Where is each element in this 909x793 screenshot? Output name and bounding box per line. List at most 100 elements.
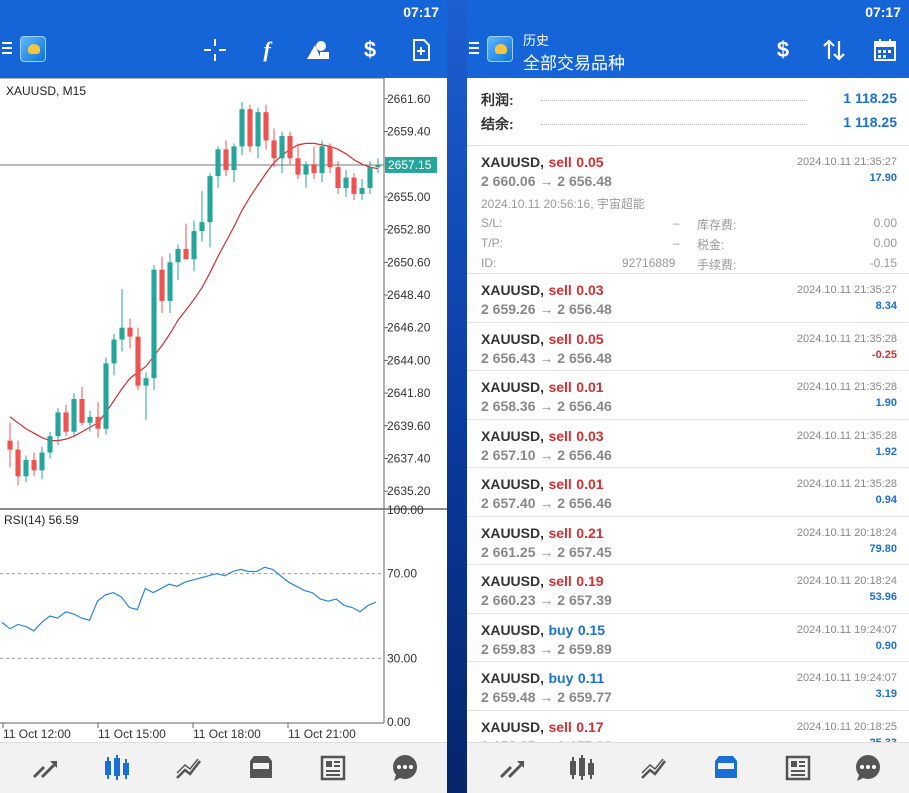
- candle-body: [359, 187, 365, 194]
- deal-volume: 0.21: [576, 524, 604, 541]
- price-chart[interactable]: 2661.60 2659.40 2657.15 2655.00 2652.80 2650.…: [0, 78, 447, 742]
- quotes-nav-icon[interactable]: [497, 753, 527, 783]
- indicators-icon[interactable]: f: [254, 37, 280, 63]
- calendar-icon[interactable]: [872, 37, 898, 63]
- history-toolbar: 历史 全部交易品种 $: [467, 24, 909, 78]
- candle-body: [95, 416, 101, 429]
- candle-body: [263, 112, 269, 141]
- deal-symbol: XAUUSD,: [481, 670, 545, 686]
- deal-time: 2024.10.11 20:18:25: [796, 720, 897, 733]
- deal-side: sell: [548, 476, 572, 492]
- candle-body: [295, 158, 301, 175]
- menu-icon[interactable]: [469, 42, 479, 56]
- trade-nav-icon[interactable]: [174, 753, 204, 783]
- deal-symbol: XAUUSD,: [481, 718, 545, 735]
- deal-open-info: 2024.10.11 20:56:16, 宇宙超能: [481, 197, 645, 211]
- sl-label: S/L:: [481, 216, 503, 230]
- history-summary: 利润: 1 118.25 结余: 1 118.25: [467, 78, 909, 146]
- deal-volume: 0.11: [577, 670, 605, 686]
- deal-time: 2024.10.11 20:18:24: [796, 575, 897, 587]
- menu-icon[interactable]: [2, 42, 12, 56]
- candle-body: [39, 452, 45, 471]
- deal-profit: 0.94: [875, 494, 897, 506]
- deal-row[interactable]: XAUUSD, buy 0.15 2 659.83 → 2 659.89 2024.…: [467, 614, 909, 662]
- deal-row[interactable]: XAUUSD, sell 0.05 2 656.43 → 2 656.48 2024…: [467, 323, 909, 371]
- candle-body: [87, 416, 93, 423]
- new-order-icon[interactable]: [408, 37, 434, 63]
- profit-value: 1 118.25: [843, 90, 897, 106]
- time-tick-label: 11 Oct 12:00: [3, 727, 71, 741]
- candle-body: [31, 459, 37, 471]
- status-bar: 07:17: [0, 0, 447, 24]
- deal-time: 2024.10.11 21:35:28: [796, 478, 897, 490]
- deal-time: 2024.10.11 19:24:07: [796, 623, 897, 636]
- deal-symbol: XAUUSD,: [481, 524, 545, 541]
- deal-symbol: XAUUSD,: [481, 154, 545, 170]
- bottom-navigation: [0, 742, 447, 793]
- crosshair-icon[interactable]: [202, 37, 228, 63]
- deals-list[interactable]: XAUUSD, sell 0.05 2 660.06 → 2 656.48 2024…: [467, 146, 909, 742]
- tax-value: 0.00: [873, 236, 897, 250]
- trade-icon[interactable]: $: [357, 37, 383, 63]
- chart-canvas[interactable]: 2661.60 2659.40 2657.15 2655.00 2652.80 2650.…: [0, 78, 447, 742]
- deal-volume: 0.17: [576, 718, 604, 735]
- deal-side: sell: [548, 718, 572, 735]
- rsi-tick-label: 30.00: [387, 651, 417, 665]
- id-value: 92716889: [622, 256, 676, 270]
- deal-row[interactable]: XAUUSD, sell 0.19 2 660.23 → 2 657.39 2024…: [467, 565, 909, 614]
- candle-body: [351, 177, 357, 194]
- chat-nav-icon[interactable]: [390, 753, 420, 783]
- deal-symbol: XAUUSD,: [481, 330, 545, 347]
- news-nav-icon[interactable]: [783, 753, 813, 783]
- deal-row[interactable]: XAUUSD, sell 0.05 2 660.06 → 2 656.48 2024…: [467, 146, 909, 274]
- app-logo[interactable]: [487, 36, 513, 62]
- tp-label: T/P:: [481, 236, 504, 250]
- deal-profit: 1.92: [875, 445, 897, 458]
- objects-icon[interactable]: [305, 37, 331, 63]
- candle-body: [23, 459, 29, 477]
- chart-nav-icon[interactable]: [102, 753, 132, 783]
- candle-body: [279, 135, 285, 159]
- history-nav-icon[interactable]: [711, 753, 741, 783]
- deal-row[interactable]: XAUUSD, sell 0.01 2 657.40 → 2 656.46 2024…: [467, 468, 909, 517]
- status-bar: 07:17: [467, 0, 909, 24]
- chart-nav-icon[interactable]: [567, 753, 597, 783]
- candle-body: [215, 149, 221, 177]
- deal-time: 2024.10.11 21:35:28: [796, 429, 897, 442]
- candle-body: [223, 149, 229, 171]
- deal-time: 2024.10.11 21:35:27: [796, 284, 897, 296]
- candle-body: [135, 336, 141, 386]
- deal-row[interactable]: XAUUSD, sell 0.172 658.85 → 2 657.362024…: [467, 711, 909, 743]
- candle-body: [343, 177, 349, 188]
- deal-row[interactable]: XAUUSD, sell 0.03 2 657.10 → 2 656.46 2024…: [467, 420, 909, 468]
- deal-side: sell: [548, 330, 572, 347]
- deal-volume: 0.03: [576, 427, 604, 444]
- deal-row[interactable]: XAUUSD, sell 0.03 2 659.26 → 2 656.48 2024…: [467, 274, 909, 323]
- deal-time: 2024.10.11 19:24:07: [796, 672, 897, 684]
- deal-prices: 2 659.83 → 2 659.89: [481, 640, 612, 657]
- rsi-label: RSI(14) 56.59: [4, 513, 79, 527]
- app-logo[interactable]: [20, 36, 46, 62]
- sl-value: –: [673, 216, 680, 230]
- quotes-nav-icon[interactable]: [30, 753, 60, 783]
- deal-prices: 2 660.06 → 2 656.48: [481, 173, 612, 189]
- sort-icon[interactable]: [821, 37, 847, 63]
- status-time: 07:17: [865, 4, 901, 20]
- deal-row[interactable]: XAUUSD, buy 0.11 2 659.48 → 2 659.77 2024.…: [467, 662, 909, 711]
- price-tick-label: 2644.00: [387, 353, 431, 367]
- rsi-tick-label: 0.00: [387, 715, 411, 729]
- header-subtitle[interactable]: 全部交易品种: [523, 49, 625, 74]
- candle-body: [247, 109, 253, 147]
- storage-value: 0.00: [873, 216, 897, 230]
- chat-nav-icon[interactable]: [853, 753, 883, 783]
- history-nav-icon[interactable]: [246, 753, 276, 783]
- deal-row[interactable]: XAUUSD, sell 0.21 2 661.25 → 2 657.45 2024…: [467, 517, 909, 565]
- fee-value: -0.15: [869, 256, 897, 270]
- trade-nav-icon[interactable]: [639, 753, 669, 783]
- trade-icon[interactable]: $: [770, 37, 796, 63]
- candle-body: [303, 164, 309, 175]
- deal-side: sell: [548, 573, 572, 589]
- news-nav-icon[interactable]: [318, 753, 348, 783]
- deal-row[interactable]: XAUUSD, sell 0.01 2 658.36 → 2 656.46 2024…: [467, 371, 909, 420]
- deal-volume: 0.01: [576, 379, 604, 395]
